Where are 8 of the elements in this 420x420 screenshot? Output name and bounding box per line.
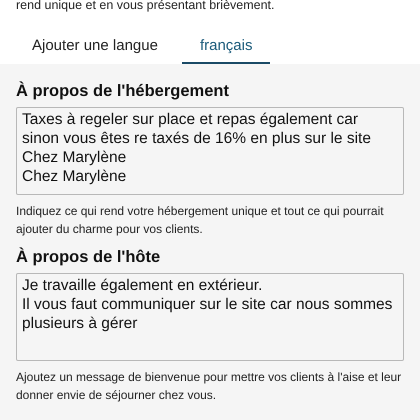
section-heading: À propos de l'hébergement bbox=[16, 82, 230, 101]
text-area[interactable]: Je travaille également en extérieur. Il vous faut communiquer sur le site car nous sommes plusieurs à gérer bbox=[16, 273, 404, 361]
text-area[interactable]: Taxes à regeler sur place et repas également car sinon vous êtes re taxés de 16% en plus sur le site Chez Marylène Chez Marylène bbox=[16, 107, 404, 195]
help-text: Ajoutez un message de bienvenue pour mettre vos clients à l'aise et leur donner envie de séjourner chez vous. bbox=[16, 369, 402, 404]
help-text: Indiquez ce qui rend votre hébergement unique et tout ce qui pourrait ajouter du charme pour vos clients. bbox=[16, 203, 385, 238]
section-heading: À propos de l'hôte bbox=[16, 248, 162, 267]
language-tab[interactable]: Ajouter une langue bbox=[16, 31, 174, 64]
intro-text: rend unique et en vous présentant brièvement. bbox=[16, 0, 276, 13]
